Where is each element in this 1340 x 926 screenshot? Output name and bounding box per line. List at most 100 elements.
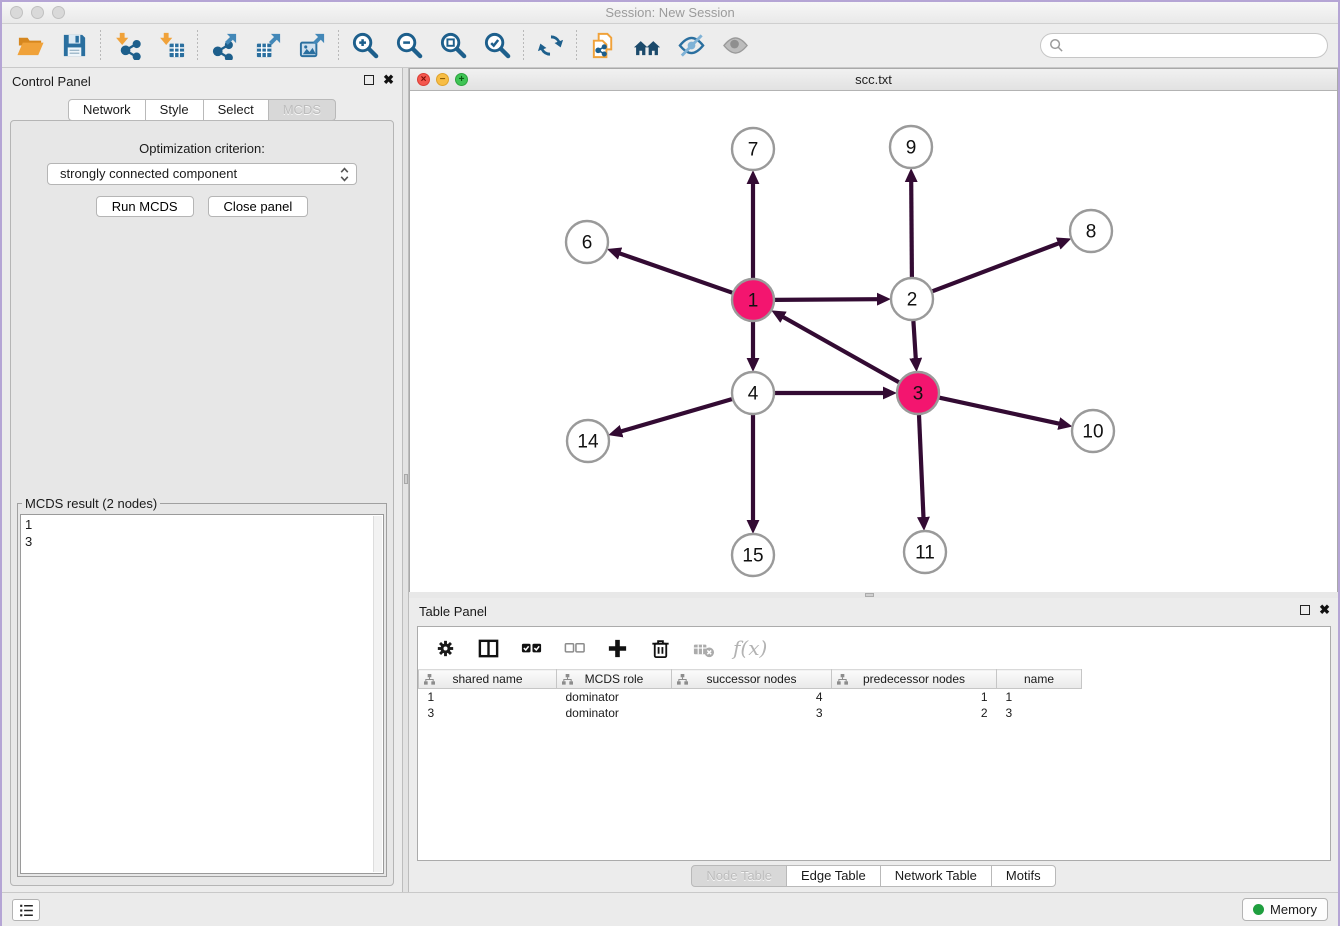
- close-panel-icon[interactable]: ✖: [383, 74, 394, 86]
- first-neighbors-button[interactable]: [629, 28, 665, 64]
- settings-gear-button[interactable]: [432, 635, 458, 661]
- export-table-icon: [254, 31, 283, 60]
- graph-node-4[interactable]: 4: [732, 372, 774, 414]
- network-minimize-button[interactable]: −: [436, 73, 449, 86]
- minimize-window-button[interactable]: [31, 6, 44, 19]
- tab-network[interactable]: Network: [68, 99, 146, 121]
- vertical-splitter[interactable]: [402, 68, 409, 892]
- result-scrollbar[interactable]: [373, 516, 382, 872]
- network-canvas[interactable]: 1 2 3 4 6 7 8 9 10 11 14 15: [410, 91, 1337, 592]
- graph-node-15[interactable]: 15: [732, 534, 774, 576]
- export-image-button[interactable]: [294, 28, 330, 64]
- import-table-button[interactable]: [153, 28, 189, 64]
- save-session-button[interactable]: [56, 28, 92, 64]
- maximize-window-button[interactable]: [52, 6, 65, 19]
- svg-text:7: 7: [748, 140, 759, 161]
- table-tab-motifs[interactable]: Motifs: [991, 865, 1056, 887]
- hide-selected-button[interactable]: [673, 28, 709, 64]
- select-all-button[interactable]: [518, 635, 544, 661]
- task-history-button[interactable]: [12, 899, 40, 921]
- export-network-button[interactable]: [206, 28, 242, 64]
- zoom-in-button[interactable]: [347, 28, 383, 64]
- search-box: [1040, 33, 1328, 58]
- table-row[interactable]: 1dominator411: [419, 689, 1082, 705]
- table-panel-header: Table Panel ✖: [409, 598, 1338, 626]
- first-neighbors-icon: [633, 31, 662, 60]
- graph-edge-1-2[interactable]: [775, 299, 878, 300]
- graph-node-3[interactable]: 3: [897, 372, 939, 414]
- mcds-result-text: 1 3: [21, 515, 383, 551]
- app-window: Session: New Session Control Panel ✖: [2, 2, 1338, 926]
- column-header-MCDS-role[interactable]: MCDS role: [557, 670, 672, 689]
- graph-edge-2-3[interactable]: [913, 321, 915, 359]
- table-tab-edge-table[interactable]: Edge Table: [786, 865, 881, 887]
- network-close-button[interactable]: ×: [417, 73, 430, 86]
- criterion-select[interactable]: strongly connected component: [47, 163, 357, 185]
- column-header-shared-name[interactable]: shared name: [419, 670, 557, 689]
- column-header-name[interactable]: name: [997, 670, 1082, 689]
- graph-edge-3-1[interactable]: [783, 317, 899, 383]
- export-image-icon: [298, 31, 327, 60]
- graph-node-2[interactable]: 2: [891, 278, 933, 320]
- memory-button[interactable]: Memory: [1242, 898, 1328, 921]
- graph-node-11[interactable]: 11: [904, 531, 946, 573]
- import-table-icon: [157, 31, 186, 60]
- import-network-button[interactable]: [109, 28, 145, 64]
- delete-table-icon: [692, 637, 715, 660]
- tab-mcds[interactable]: MCDS: [268, 99, 336, 121]
- zoom-selected-icon: [483, 31, 512, 60]
- graph-node-1[interactable]: 1: [732, 279, 774, 321]
- run-mcds-button[interactable]: Run MCDS: [96, 196, 194, 217]
- search-input[interactable]: [1040, 33, 1328, 58]
- network-maximize-button[interactable]: +: [455, 73, 468, 86]
- add-column-button[interactable]: [604, 635, 630, 661]
- column-header-successor-nodes[interactable]: successor nodes: [672, 670, 832, 689]
- graph-node-6[interactable]: 6: [566, 221, 608, 263]
- graph-node-8[interactable]: 8: [1070, 210, 1112, 252]
- new-network-from-selection-icon: [589, 31, 618, 60]
- table-tab-node-table[interactable]: Node Table: [691, 865, 787, 887]
- zoom-fit-button[interactable]: [435, 28, 471, 64]
- toolbar-separator: [338, 30, 339, 62]
- graph-edge-1-6[interactable]: [619, 253, 732, 293]
- export-table-button[interactable]: [250, 28, 286, 64]
- table-row[interactable]: 3dominator323: [419, 705, 1082, 721]
- deselect-all-button[interactable]: [561, 635, 587, 661]
- column-header-predecessor-nodes[interactable]: predecessor nodes: [832, 670, 997, 689]
- close-panel-icon[interactable]: ✖: [1319, 604, 1330, 616]
- graph-edge-4-14[interactable]: [621, 399, 732, 431]
- close-window-button[interactable]: [10, 6, 23, 19]
- graph-node-10[interactable]: 10: [1072, 410, 1114, 452]
- control-panel-title: Control Panel: [12, 74, 91, 89]
- delete-column-button[interactable]: [647, 635, 673, 661]
- show-all-button[interactable]: [717, 28, 753, 64]
- graph-node-14[interactable]: 14: [567, 420, 609, 462]
- new-network-from-selection-button[interactable]: [585, 28, 621, 64]
- mcds-result-list[interactable]: 1 3: [20, 514, 384, 874]
- table-cell: 1: [997, 689, 1082, 705]
- open-session-button[interactable]: [12, 28, 48, 64]
- tab-style[interactable]: Style: [145, 99, 204, 121]
- float-panel-icon[interactable]: [1300, 605, 1310, 615]
- zoom-selected-button[interactable]: [479, 28, 515, 64]
- graph-edge-2-9[interactable]: [911, 181, 912, 277]
- apply-layout-icon: [536, 31, 565, 60]
- graph-edge-2-8[interactable]: [933, 243, 1060, 291]
- node-table-container: f(x) shared nameMCDS rolesuccessor nodes…: [417, 626, 1331, 861]
- close-panel-button[interactable]: Close panel: [208, 196, 309, 217]
- graph-edge-3-11[interactable]: [919, 415, 924, 518]
- hierarchy-icon: [424, 674, 435, 688]
- graph-node-9[interactable]: 9: [890, 126, 932, 168]
- graph-node-7[interactable]: 7: [732, 128, 774, 170]
- svg-text:8: 8: [1086, 222, 1097, 243]
- float-panel-icon[interactable]: [364, 75, 374, 85]
- table-tab-network-table[interactable]: Network Table: [880, 865, 992, 887]
- window-titlebar: Session: New Session: [2, 2, 1338, 24]
- select-stepper-icon: [340, 167, 349, 185]
- zoom-out-button[interactable]: [391, 28, 427, 64]
- tab-select[interactable]: Select: [203, 99, 269, 121]
- svg-text:3: 3: [913, 384, 924, 405]
- toggle-panel-button[interactable]: [475, 635, 501, 661]
- apply-layout-button[interactable]: [532, 28, 568, 64]
- graph-edge-3-10[interactable]: [940, 398, 1060, 424]
